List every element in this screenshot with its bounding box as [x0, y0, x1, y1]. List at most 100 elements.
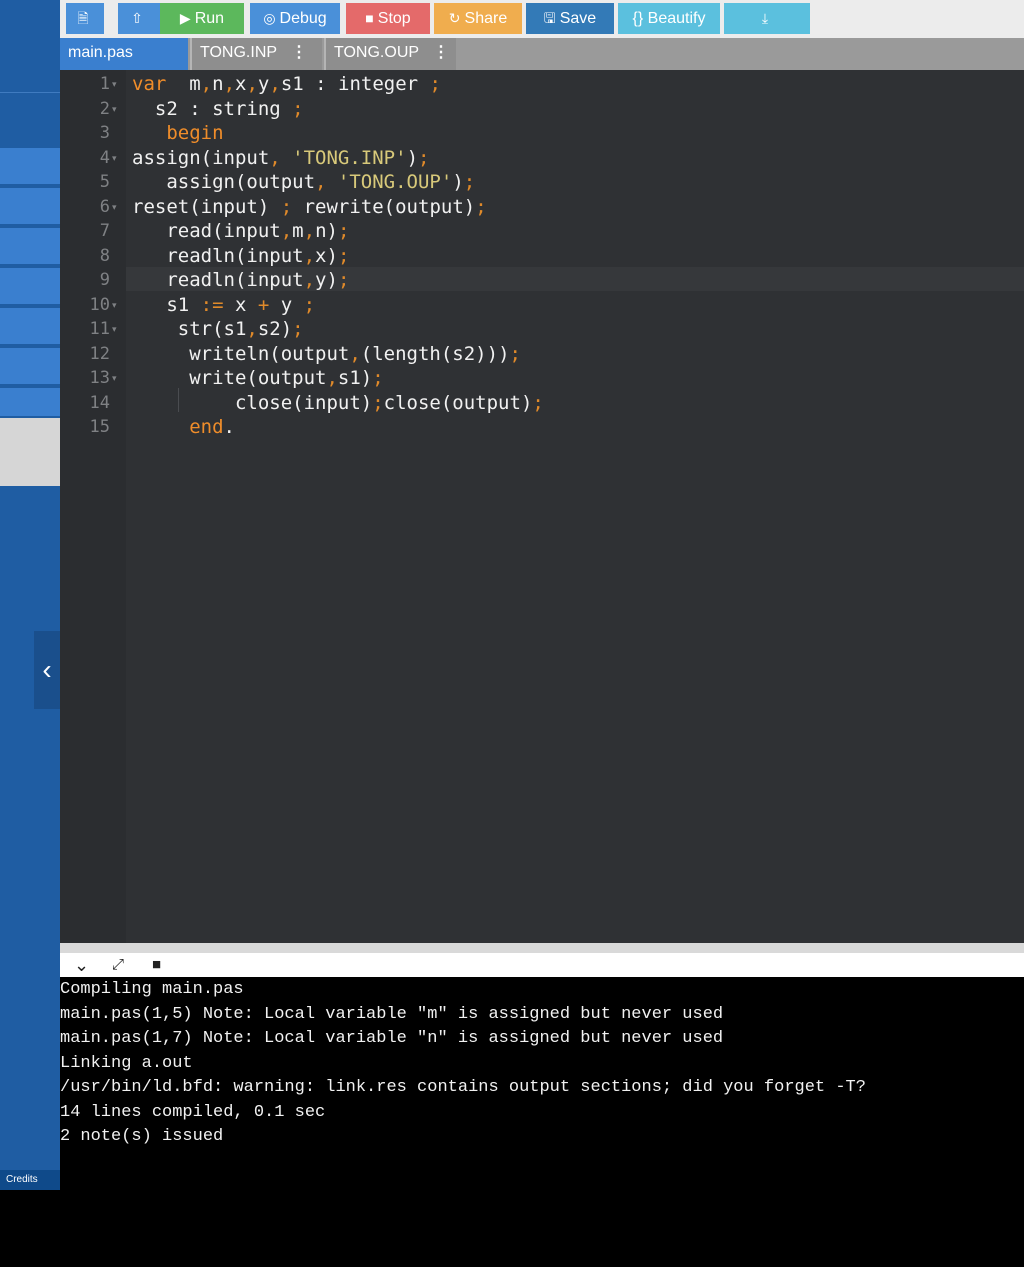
- clear-console-icon[interactable]: ■: [152, 954, 161, 976]
- sidebar-divider: [0, 92, 60, 93]
- code-token: s2): [257, 318, 293, 340]
- download-icon: ⤓: [761, 10, 769, 26]
- code-token: ;: [337, 244, 350, 267]
- code-line[interactable]: reset(input) ; rewrite(output);: [132, 195, 487, 219]
- fold-arrow-icon[interactable]: ▾: [112, 195, 122, 219]
- code-line[interactable]: readln(input,x);: [132, 244, 349, 268]
- line-number: 11: [89, 319, 110, 339]
- code-token: m: [292, 220, 304, 242]
- code-token: x: [223, 293, 258, 316]
- code-token: n): [315, 220, 338, 242]
- code-line[interactable]: write(output,s1);: [132, 366, 384, 390]
- code-token: read(input: [132, 220, 281, 242]
- fold-arrow-icon[interactable]: ▾: [112, 293, 122, 317]
- sidebar-item[interactable]: [0, 308, 60, 344]
- code-line[interactable]: read(input,m,n);: [132, 219, 349, 243]
- code-token: s1): [337, 367, 373, 389]
- code-token: ,: [269, 146, 281, 169]
- fold-arrow-icon[interactable]: ▾: [112, 146, 122, 170]
- code-token: readln(input: [132, 244, 304, 267]
- code-token: ;: [429, 73, 441, 95]
- tab-menu-icon[interactable]: ⋮: [291, 38, 307, 68]
- sidebar-item[interactable]: [0, 388, 60, 416]
- code-line[interactable]: assign(input, 'TONG.INP');: [132, 146, 429, 170]
- code-token: ;: [475, 195, 487, 218]
- code-token: ;: [292, 318, 304, 340]
- tab-tong-inp[interactable]: TONG.INP ⋮: [190, 38, 322, 70]
- tab-main-pas[interactable]: main.pas: [60, 38, 188, 70]
- code-line[interactable]: close(input);close(output);: [132, 391, 544, 415]
- stop-button[interactable]: ■ Stop: [346, 3, 430, 34]
- code-token: (length(s2))): [360, 342, 510, 365]
- button-label: Stop: [377, 10, 411, 27]
- tab-tong-oup[interactable]: TONG.OUP ⋮: [324, 38, 456, 70]
- code-line[interactable]: s2 : string ;: [132, 97, 304, 121]
- fold-arrow-icon[interactable]: ▾: [112, 317, 122, 341]
- code-line[interactable]: assign(output, 'TONG.OUP');: [132, 170, 475, 194]
- code-line[interactable]: begin: [132, 121, 224, 145]
- fold-arrow-icon[interactable]: ▾: [112, 72, 122, 96]
- sidebar-item[interactable]: [0, 348, 60, 384]
- new-file-button[interactable]: 🗎: [66, 3, 104, 34]
- tab-label: TONG.OUP: [334, 44, 420, 61]
- tab-label: main.pas: [68, 44, 133, 61]
- run-button[interactable]: ▶ Run: [160, 3, 244, 34]
- console-line: main.pas(1,7) Note: Local variable "n" i…: [60, 1029, 724, 1048]
- code-token: ;: [337, 220, 350, 242]
- line-number: 13: [89, 368, 110, 388]
- button-label: Run: [194, 10, 225, 27]
- button-label: Debug: [279, 10, 327, 27]
- sidebar-credits-link[interactable]: Credits: [0, 1170, 60, 1190]
- code-token: y: [269, 293, 304, 316]
- tab-menu-icon[interactable]: ⋮: [433, 38, 449, 68]
- code-token: writeln(output: [132, 342, 350, 365]
- upload-button[interactable]: ⇧: [118, 3, 160, 34]
- code-line[interactable]: end.: [132, 415, 235, 439]
- code-token: end: [132, 416, 224, 438]
- line-number: 14: [89, 392, 110, 413]
- expand-console-icon[interactable]: ⤢: [112, 954, 124, 976]
- collapse-sidebar-button[interactable]: ‹: [34, 631, 60, 709]
- line-number: 15: [89, 417, 110, 437]
- share-button[interactable]: ↻ Share: [434, 3, 522, 34]
- code-line[interactable]: var m,n,x,y,s1 : integer ;: [132, 72, 441, 96]
- beautify-button[interactable]: {} Beautify: [618, 3, 720, 34]
- code-line[interactable]: readln(input,y);: [132, 268, 349, 292]
- save-icon: 🖫: [543, 10, 556, 26]
- download-button[interactable]: ⤓: [724, 3, 810, 34]
- collapse-console-icon[interactable]: ⌄: [74, 954, 89, 976]
- code-token: :=: [200, 293, 224, 316]
- console-output: Compiling main.pas main.pas(1,5) Note: Lo…: [60, 977, 1024, 1190]
- sidebar-item[interactable]: [0, 268, 60, 304]
- code-token: ,: [200, 73, 213, 95]
- code-editor[interactable]: 1 ▾ 2 ▾ 3 4 ▾ 5 6 ▾ 7 8 9 10 ▾ 11 ▾ 12 13 ▾ 14 15 var m,n,x,y,…: [60, 70, 1024, 943]
- code-token: ,: [326, 367, 338, 389]
- code-token: ,: [303, 269, 316, 291]
- sidebar-item[interactable]: [0, 148, 60, 184]
- code-token: ,: [246, 73, 258, 95]
- code-token: ;: [280, 195, 293, 218]
- code-line[interactable]: s1 := x + y ;: [132, 293, 315, 317]
- line-number: 5: [99, 172, 110, 192]
- play-icon: ▶: [179, 10, 191, 26]
- code-line[interactable]: writeln(output,(length(s2)));: [132, 342, 521, 366]
- code-token: reset(input): [132, 195, 281, 218]
- console-line: Linking a.out: [60, 1053, 193, 1073]
- sidebar-item[interactable]: [0, 188, 60, 224]
- panel-splitter[interactable]: [60, 943, 1024, 953]
- fold-arrow-icon[interactable]: ▾: [112, 97, 122, 121]
- code-token: y: [257, 73, 270, 95]
- sidebar-item[interactable]: [0, 228, 60, 264]
- sidebar-ad-area: [0, 418, 60, 486]
- line-number: 6: [99, 196, 110, 217]
- code-token: ,: [303, 244, 316, 267]
- debug-button[interactable]: ◎ Debug: [250, 3, 340, 34]
- code-token: begin: [132, 122, 224, 144]
- code-token: x): [315, 244, 338, 267]
- console-line: /usr/bin/ld.bfd: warning: link.res conta…: [60, 1078, 866, 1097]
- code-line[interactable]: str(s1,s2);: [132, 317, 304, 341]
- code-token: ,: [315, 171, 327, 193]
- fold-arrow-icon[interactable]: ▾: [112, 366, 122, 390]
- code-token: assign(input: [132, 146, 270, 169]
- save-button[interactable]: 🖫 Save: [526, 3, 614, 34]
